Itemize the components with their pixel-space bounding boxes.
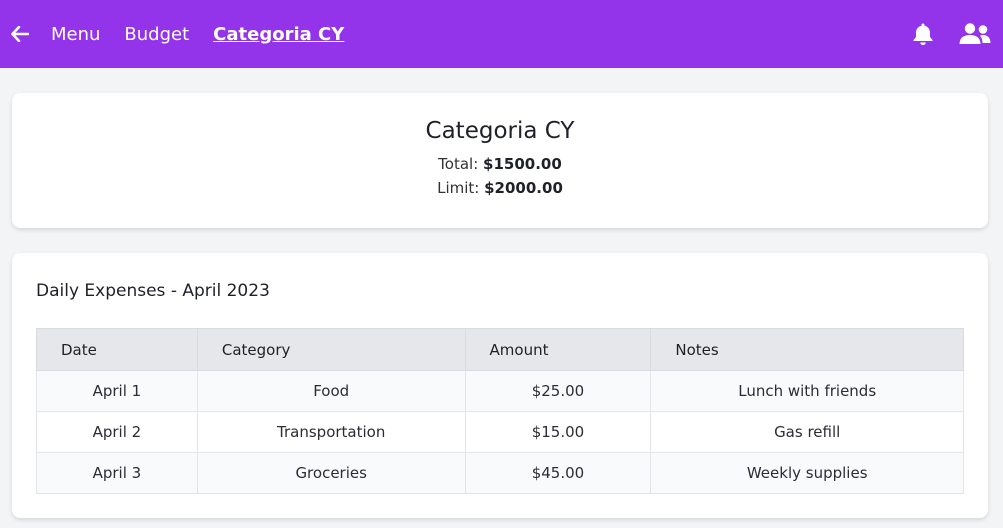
column-header-date: Date [36,328,198,371]
cell-notes: Lunch with friends [650,370,964,412]
top-navigation-bar: Menu Budget Categoria CY [0,0,1003,68]
cell-amount: $45.00 [464,452,652,494]
cell-amount: $25.00 [464,370,652,412]
bell-icon [913,23,933,45]
table-row: April 3 Groceries $45.00 Weekly supplies [36,452,964,494]
category-summary-card: Categoria CY Total: $1500.00 Limit: $200… [12,93,988,228]
cell-category: Food [196,370,466,412]
table-header-row: Date Category Amount Notes [36,328,964,371]
total-line: Total: $1500.00 [12,152,988,176]
users-icon [959,23,991,44]
column-header-amount: Amount [464,328,652,371]
column-header-category: Category [196,328,466,371]
category-title: Categoria CY [425,118,575,144]
expenses-table: Date Category Amount Notes April 1 Food … [36,328,964,494]
column-header-notes: Notes [650,328,964,371]
limit-label: Limit: [437,179,480,197]
cell-date: April 1 [36,370,198,412]
daily-expenses-card: Daily Expenses - April 2023 Date Categor… [12,253,988,518]
cell-category: Groceries [196,452,466,494]
expenses-title: Daily Expenses - April 2023 [36,281,270,301]
table-row: April 2 Transportation $15.00 Gas refill [36,411,964,453]
notifications-button[interactable] [911,21,935,47]
nav-link-budget[interactable]: Budget [124,24,189,45]
cell-date: April 2 [36,411,198,453]
table-row: April 1 Food $25.00 Lunch with friends [36,370,964,412]
cell-category: Transportation [196,411,466,453]
nav-link-menu[interactable]: Menu [51,24,100,45]
cell-notes: Weekly supplies [650,452,964,494]
back-button[interactable] [10,24,30,44]
cell-date: April 3 [36,452,198,494]
total-value: $1500.00 [483,155,562,173]
arrow-left-icon [11,26,29,42]
cell-notes: Gas refill [650,411,964,453]
limit-value: $2000.00 [484,179,563,197]
total-label: Total: [438,155,479,173]
limit-line: Limit: $2000.00 [12,176,988,200]
users-button[interactable] [959,22,991,46]
cell-amount: $15.00 [464,411,652,453]
nav-link-categoria-cy[interactable]: Categoria CY [213,24,344,45]
